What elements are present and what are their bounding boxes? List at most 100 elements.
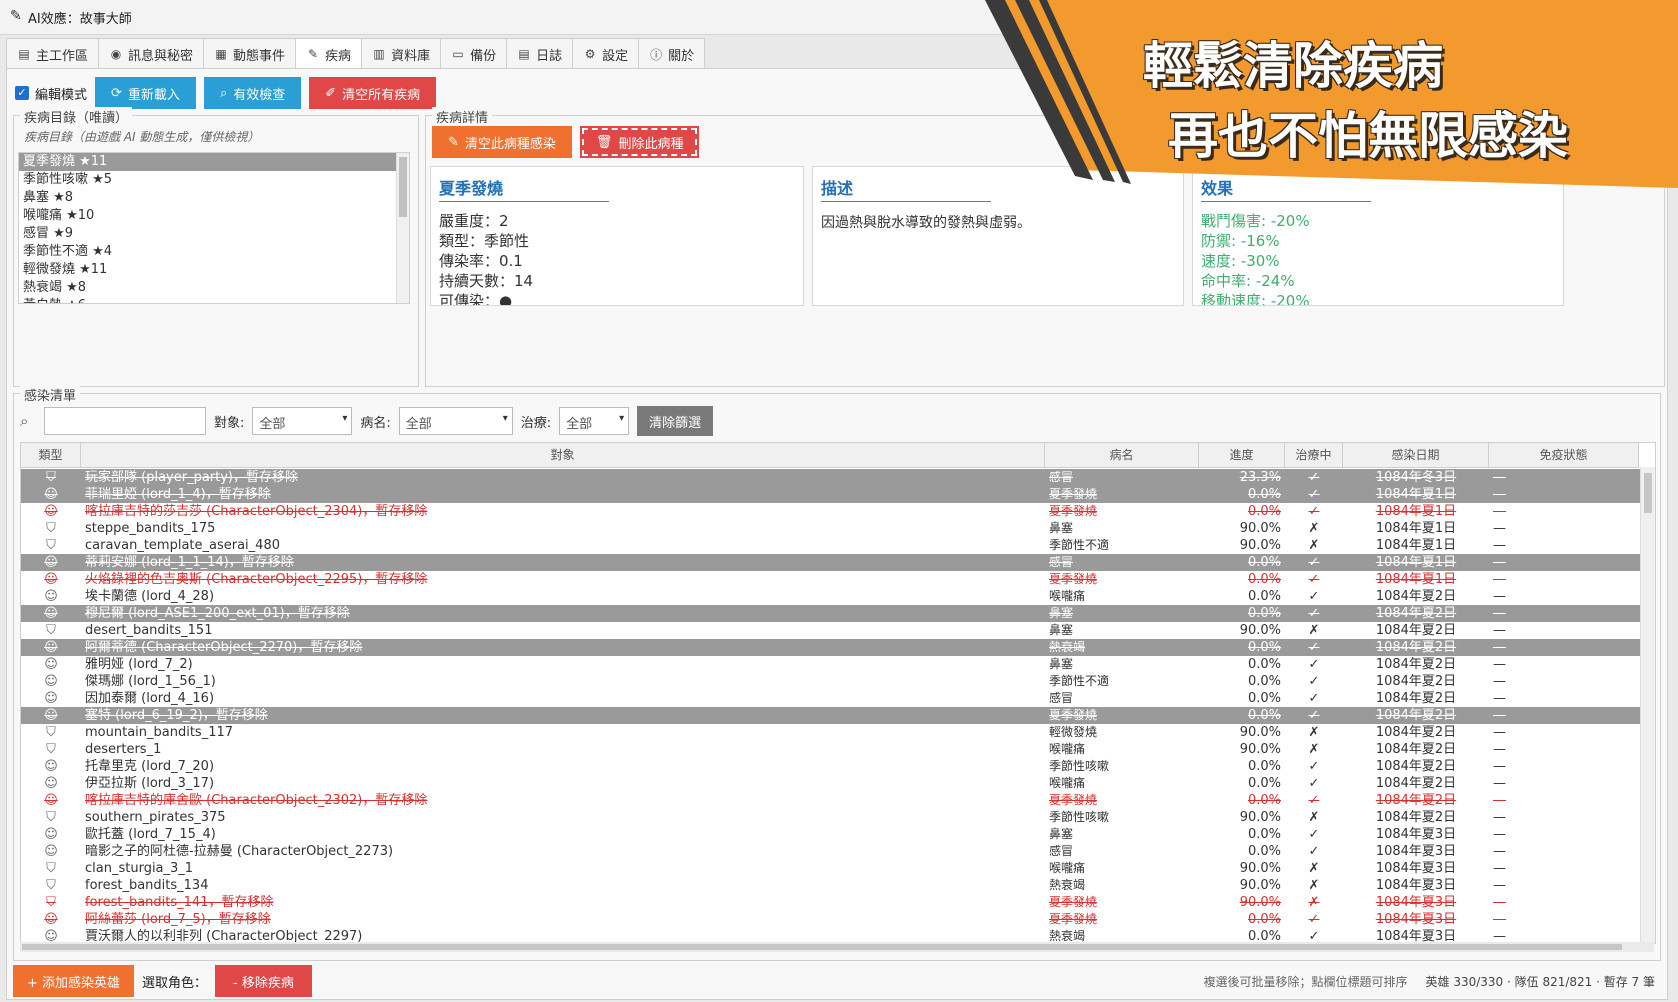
cell-date: 1084年夏1日 bbox=[1375, 572, 1457, 587]
edit-mode-toggle[interactable]: ✓ 編輯模式 bbox=[15, 84, 87, 103]
target-filter-dropdown[interactable]: 全部 ▾ bbox=[252, 407, 353, 435]
listbox-scrollbar[interactable] bbox=[396, 153, 409, 303]
infection-table[interactable]: 類型 對象 病名 進度 治療中 感染日期 免疫狀態 ⛉ 玩家部隊 (player_party)… bbox=[20, 442, 1656, 944]
table-row[interactable]: ☺ 托韋里克 (lord_7_20) 季節性咳嗽 0.0% ✓ 1084年夏2日 — bbox=[21, 758, 1641, 775]
tab-4[interactable]: ✎ 疾病 bbox=[295, 38, 362, 70]
list-item[interactable]: 鼻塞 ★8 bbox=[19, 189, 409, 207]
clear-disease-infections-button[interactable]: ✎ 清空此病種感染 bbox=[432, 126, 572, 158]
column-header[interactable]: 對象 bbox=[81, 443, 1045, 467]
disease-filter-dropdown[interactable]: 全部 ▾ bbox=[398, 407, 513, 435]
cell-disease: 熱衰竭 bbox=[1049, 640, 1086, 654]
table-row[interactable]: ☺ 菲瑞里婭 (lord_1_4)，暫存移除 夏季發燒 0.0% ✓ 1084年夏1日 — bbox=[21, 486, 1641, 503]
table-row[interactable]: ⛉ steppe_bandits_175 鼻塞 90.0% ✗ 1084年夏1日 — bbox=[21, 520, 1641, 537]
clear-all-diseases-button[interactable]: ✐ 清空所有疾病 bbox=[309, 77, 437, 109]
column-header[interactable]: 治療中 bbox=[1285, 443, 1343, 467]
table-row[interactable]: ☺ 阿絲蕾莎 (lord_7_5)，暫存移除 夏季發燒 0.0% ✓ 1084年夏3日 — bbox=[21, 911, 1641, 928]
chevron-down-icon: ▾ bbox=[619, 413, 625, 424]
face-icon: ☺ bbox=[44, 606, 58, 621]
column-header[interactable]: 免疫狀態 bbox=[1489, 443, 1639, 467]
list-item[interactable]: 熱衰竭 ★8 bbox=[19, 279, 409, 297]
table-row[interactable]: ☺ 喀拉庫吉特的庫舍歐 (CharacterObject_2302)，暫存移除 夏季… bbox=[21, 792, 1641, 809]
table-row[interactable]: ☺ 歐托蓋 (lord_7_15_4) 鼻塞 0.0% ✓ 1084年夏3日 — bbox=[21, 826, 1641, 843]
add-infected-hero-button[interactable]: + 添加感染英雄 bbox=[13, 965, 135, 997]
table-row[interactable]: ⛉ southern_pirates_375 季節性咳嗽 90.0% ✗ 1084年夏2日… bbox=[21, 809, 1641, 826]
cell-progress: 0.0% bbox=[1247, 589, 1281, 604]
cell-disease: 感冒 bbox=[1049, 555, 1074, 569]
list-item[interactable]: 季節性不適 ★4 bbox=[19, 243, 409, 261]
cell-date: 1084年夏2日 bbox=[1375, 776, 1457, 791]
list-item[interactable]: 輕微發燒 ★11 bbox=[19, 261, 409, 279]
clear-all-label: 清空所有疾病 bbox=[342, 87, 421, 103]
list-item[interactable]: 夏季發燒 ★11 bbox=[19, 153, 409, 171]
table-row[interactable]: ☺ 火焰錄裡的色吉奧斯 (CharacterObject_2295)，暫存移除 夏季… bbox=[21, 571, 1641, 588]
cell-progress: 0.0% bbox=[1247, 912, 1281, 927]
column-header[interactable]: 感染日期 bbox=[1343, 443, 1489, 467]
list-item[interactable]: 喉嚨痛 ★10 bbox=[19, 207, 409, 225]
table-row[interactable]: ☺ 暗影之子的阿杜德-拉赫曼 (CharacterObject_2273) 感冒 0.… bbox=[21, 843, 1641, 860]
face-red-icon: ☺ bbox=[44, 793, 58, 808]
description-text: 因過熱與脫水導致的發熱與虛弱。 bbox=[821, 215, 1031, 231]
heal-filter-dropdown[interactable]: 全部 ▾ bbox=[559, 407, 630, 435]
clear-filter-button[interactable]: 清除篩選 bbox=[637, 406, 714, 436]
remove-disease-button[interactable]: - 移除疾病 bbox=[215, 965, 312, 997]
table-row[interactable]: ☺ 埃卡蘭德 (lord_4_28) 喉嚨痛 0.0% ✓ 1084年夏2日 — bbox=[21, 588, 1641, 605]
column-header[interactable]: 病名 bbox=[1045, 443, 1199, 467]
delete-disease-button[interactable]: 🗑 刪除此病種 bbox=[579, 126, 700, 158]
horizontal-scrollbar[interactable] bbox=[20, 942, 1654, 952]
table-row[interactable]: ☺ 雅明娅 (lord_7_2) 鼻塞 0.0% ✓ 1084年夏2日 — bbox=[21, 656, 1641, 673]
table-row[interactable]: ⛉ deserters_1 喉嚨痛 90.0% ✗ 1084年夏2日 — bbox=[21, 741, 1641, 758]
list-item[interactable]: 黃白熱 ★6 bbox=[19, 297, 409, 303]
edit-mode-label: 編輯模式 bbox=[35, 87, 88, 103]
table-scrollbar[interactable] bbox=[1640, 467, 1655, 943]
table-row[interactable]: ⛉ clan_sturgia_3_1 喉嚨痛 90.0% ✗ 1084年夏3日 — bbox=[21, 860, 1641, 877]
cell-date: 1084年夏3日 bbox=[1375, 844, 1457, 859]
tab-3[interactable]: ▦ 動態事件 bbox=[203, 38, 296, 70]
reload-button[interactable]: ⟳ 重新載入 bbox=[95, 77, 196, 109]
table-row[interactable]: ☺ 傑瑪娜 (lord_1_56_1) 季節性不適 0.0% ✓ 1084年夏2日 — bbox=[21, 673, 1641, 690]
cell-date: 1084年夏1日 bbox=[1375, 521, 1457, 536]
cell-name: 埃卡蘭德 (lord_4_28) bbox=[85, 589, 215, 604]
table-row[interactable]: ☺ 穆尼爾 (lord_ASE1_200_ext_01)，暫存移除 鼻塞 0.0% ✓ 1… bbox=[21, 605, 1641, 622]
table-row[interactable]: ☺ 蒂莉安娜 (lord_1_1_14)，暫存移除 感冒 0.0% ✓ 1084年夏1日 — bbox=[21, 554, 1641, 571]
cell-disease: 鼻塞 bbox=[1049, 827, 1074, 841]
cell-name: 伊亞拉斯 (lord_3_17) bbox=[85, 776, 215, 791]
list-item[interactable]: 季節性咳嗽 ★5 bbox=[19, 171, 409, 189]
tab-5[interactable]: ▥ 資料庫 bbox=[361, 38, 441, 70]
checkbox-icon[interactable]: ✓ bbox=[15, 86, 29, 100]
tab-6[interactable]: ▭ 備份 bbox=[440, 38, 507, 70]
heal-filter-value: 全部 bbox=[566, 417, 593, 432]
table-row[interactable]: ⛉ 玩家部隊 (player_party)，暫存移除 感冒 23.3% ✓ 1084年冬3… bbox=[21, 469, 1641, 486]
tab-2[interactable]: ◉ 訊息與秘密 bbox=[98, 38, 204, 70]
column-header[interactable]: 進度 bbox=[1199, 443, 1285, 467]
cell-name: 火焰錄裡的色吉奧斯 (CharacterObject_2295)，暫存移除 bbox=[85, 572, 428, 587]
tab-1[interactable]: ▤ 主工作區 bbox=[6, 38, 99, 70]
column-header[interactable]: 類型 bbox=[21, 443, 81, 467]
table-row[interactable]: ⛉ mountain_bandits_117 輕微發燒 90.0% ✗ 1084年夏2日 — bbox=[21, 724, 1641, 741]
cell-imm: — bbox=[1493, 827, 1506, 842]
table-row[interactable]: ☺ 阿爾蒂德 (CharacterObject_2270)，暫存移除 熱衰竭 0.0%… bbox=[21, 639, 1641, 656]
disease-listbox[interactable]: 夏季發燒 ★11 季節性咳嗽 ★5 鼻塞 ★8 喉嚨痛 ★10 感冒 ★9 季節性不適 ★… bbox=[18, 152, 410, 304]
face-icon: ☺ bbox=[44, 827, 58, 842]
cell-date: 1084年夏3日 bbox=[1375, 912, 1457, 927]
cell-progress: 90.0% bbox=[1239, 861, 1281, 876]
list-item[interactable]: 感冒 ★9 bbox=[19, 225, 409, 243]
validate-button[interactable]: ⌕ 有效檢查 bbox=[203, 77, 302, 109]
table-row[interactable]: ⛉ forest_bandits_134 熱衰竭 90.0% ✗ 1084年夏3日 — bbox=[21, 877, 1641, 894]
cell-date: 1084年夏1日 bbox=[1375, 555, 1457, 570]
tab-8[interactable]: ⚙ 設定 bbox=[572, 38, 639, 70]
table-row[interactable]: ⛉ caravan_template_aserai_480 季節性不適 90.0% ✗ 1… bbox=[21, 537, 1641, 554]
tab-7[interactable]: ▤ 日誌 bbox=[506, 38, 573, 70]
cell-date: 1084年夏2日 bbox=[1375, 691, 1457, 706]
tab-9[interactable]: ⓘ 關於 bbox=[638, 38, 706, 70]
table-row[interactable]: ☺ 伊亞拉斯 (lord_3_17) 喉嚨痛 0.0% ✓ 1084年夏2日 — bbox=[21, 775, 1641, 792]
pick-role-label: 選取角色： bbox=[142, 975, 208, 991]
infection-list-group: 感染清單 ⌕ 對象: 全部 ▾ 病名: 全部 ▾ 治療: 全部 ▾ 清除篩選 類… bbox=[13, 385, 1661, 961]
table-row[interactable]: ☺ 因加泰爾 (lord_4_16) 感冒 0.0% ✓ 1084年夏2日 — bbox=[21, 690, 1641, 707]
search-input[interactable] bbox=[44, 407, 206, 435]
table-row[interactable]: ☺ 喀拉庫吉特的莎吉莎 (CharacterObject_2304)，暫存移除 夏季… bbox=[21, 503, 1641, 520]
cell-imm: — bbox=[1493, 623, 1506, 638]
table-row[interactable]: ⛉ forest_bandits_141，暫存移除 夏季發燒 90.0% ✗ 1084年夏… bbox=[21, 894, 1641, 911]
table-row[interactable]: ⛉ desert_bandits_151 鼻塞 90.0% ✗ 1084年夏2日 — bbox=[21, 622, 1641, 639]
table-row[interactable]: ☺ 塞特 (lord_6_19_2)，暫存移除 夏季發燒 0.0% ✓ 1084年夏2日 — bbox=[21, 707, 1641, 724]
cell-date: 1084年夏2日 bbox=[1375, 708, 1457, 723]
